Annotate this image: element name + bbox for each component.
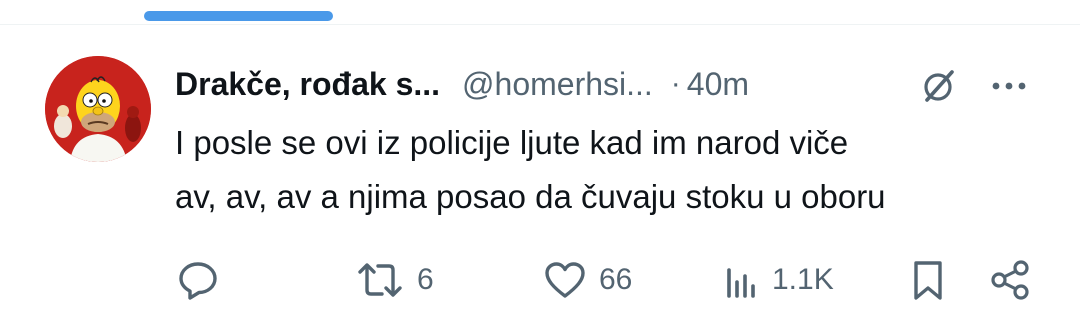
more-dots-icon bbox=[989, 80, 1029, 92]
retweet-button[interactable]: 6 bbox=[355, 256, 434, 304]
like-count: 66 bbox=[599, 263, 633, 296]
more-options-button[interactable] bbox=[985, 66, 1033, 106]
bookmark-icon bbox=[908, 258, 948, 302]
display-name[interactable]: Drakče, rođak s... bbox=[175, 66, 440, 103]
speech-bubble-icon bbox=[176, 258, 220, 302]
timestamp[interactable]: 40m bbox=[687, 66, 749, 103]
grok-button[interactable] bbox=[915, 66, 963, 106]
heart-icon bbox=[543, 258, 587, 302]
bookmark-button[interactable] bbox=[908, 256, 948, 304]
like-button[interactable]: 66 bbox=[543, 256, 632, 304]
views-button[interactable]: 1.1K bbox=[724, 256, 834, 304]
avatar[interactable] bbox=[45, 56, 151, 162]
avatar-homer-image bbox=[45, 56, 151, 162]
grok-slash-circle-icon bbox=[919, 66, 959, 106]
tweet-text-line: av, av, av a njima posao da čuvaju stoku… bbox=[175, 178, 886, 215]
retweet-count: 6 bbox=[417, 263, 434, 296]
active-tab-indicator bbox=[144, 11, 333, 21]
tweet-header: Drakče, rođak s... @homerhsi... · 40m bbox=[175, 62, 1035, 106]
share-button[interactable] bbox=[988, 256, 1032, 304]
views-count: 1.1K bbox=[772, 263, 834, 296]
dot-separator: · bbox=[670, 67, 681, 100]
top-divider bbox=[0, 24, 1080, 25]
reply-button[interactable] bbox=[176, 256, 232, 304]
retweet-arrows-icon bbox=[355, 258, 405, 302]
tweet-text: I posle se ovi iz policije ljute kad im … bbox=[175, 116, 1055, 224]
bar-chart-icon bbox=[724, 258, 760, 302]
user-handle[interactable]: @homerhsi... bbox=[462, 66, 653, 103]
share-nodes-icon bbox=[988, 258, 1032, 302]
tweet-text-line: I posle se ovi iz policije ljute kad im … bbox=[175, 124, 849, 161]
